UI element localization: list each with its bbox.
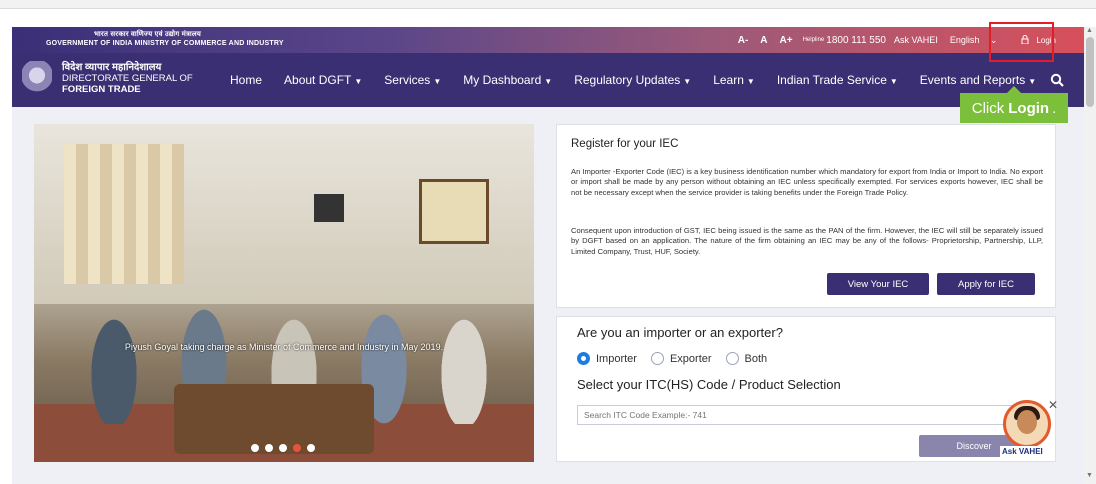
iec-title: Register for your IEC bbox=[571, 138, 679, 150]
radio-exporter[interactable] bbox=[650, 352, 664, 365]
font-decrease-button[interactable]: A- bbox=[738, 35, 749, 46]
scroll-up-arrow-icon[interactable]: ▲ bbox=[1086, 27, 1093, 34]
view-your-iec-button[interactable]: View Your IEC bbox=[827, 273, 929, 295]
nav-item-indian-trade-service[interactable]: Indian Trade Service ▼ bbox=[777, 73, 898, 87]
caret-down-icon: ▼ bbox=[1028, 77, 1037, 86]
helpline-number[interactable]: 1800 111 550 bbox=[826, 35, 886, 46]
font-normal-button[interactable]: A bbox=[760, 35, 767, 46]
nav-item-label: Learn bbox=[713, 73, 744, 87]
tooltip-bold: Login bbox=[1008, 99, 1050, 117]
iec-paragraph-1: An Importer -Exporter Code (IEC) is a ke… bbox=[571, 167, 1043, 197]
nav-item-label: Regulatory Updates bbox=[574, 73, 681, 87]
nav-item-label: Services bbox=[384, 73, 431, 87]
chatbot-label: Ask VAHEI bbox=[1000, 446, 1045, 457]
nav-item-label: About DGFT bbox=[284, 73, 352, 87]
photo-map bbox=[419, 179, 489, 244]
nav-menu: Home About DGFT ▼ Services ▼ My Dashboard ▼… bbox=[230, 53, 1058, 107]
trade-type-radio-group: Importer Exporter Both bbox=[577, 352, 781, 365]
nav-item-services[interactable]: Services ▼ bbox=[384, 73, 441, 87]
language-value: English bbox=[949, 34, 980, 45]
org-name-hindi: विदेश व्यापार महानिदेशालय bbox=[62, 62, 162, 73]
top-bar: भारत सरकार वाणिज्य एवं उद्योग मंत्रालय G… bbox=[12, 27, 1084, 53]
radio-exporter-label[interactable]: Exporter bbox=[670, 353, 712, 365]
carousel-dot[interactable] bbox=[307, 444, 315, 452]
nav-item-label: Events and Reports bbox=[919, 73, 1026, 87]
itc-code-search-input[interactable] bbox=[577, 405, 1021, 425]
itc-hs-select-title: Select your ITC(HS) Code / Product Selec… bbox=[577, 377, 841, 392]
government-header: भारत सरकार वाणिज्य एवं उद्योग मंत्रालय G… bbox=[46, 31, 284, 48]
nav-item-my-dashboard[interactable]: My Dashboard ▼ bbox=[463, 73, 552, 87]
ask-vahei-link[interactable]: Ask VAHEI bbox=[894, 35, 938, 45]
radio-importer-label[interactable]: Importer bbox=[596, 353, 637, 365]
government-english-text: GOVERNMENT OF INDIA MINISTRY OF COMMERCE… bbox=[46, 39, 284, 47]
nav-item-home[interactable]: Home bbox=[230, 73, 262, 87]
login-highlight-box bbox=[989, 22, 1054, 62]
caret-down-icon: ▼ bbox=[746, 77, 755, 86]
apply-for-iec-button[interactable]: Apply for IEC bbox=[937, 273, 1035, 295]
org-name-line1: DIRECTORATE GENERAL OF bbox=[62, 73, 193, 84]
nav-item-events-and-reports[interactable]: Events and Reports ▼ bbox=[920, 73, 1036, 87]
carousel-image[interactable]: Piyush Goyal taking charge as Minister o… bbox=[34, 124, 534, 462]
government-hindi-text: भारत सरकार वाणिज्य एवं उद्योग मंत्रालय bbox=[94, 31, 202, 38]
helpline-label: Helpline bbox=[802, 37, 825, 43]
font-increase-button[interactable]: A+ bbox=[780, 35, 793, 46]
nav-item-learn[interactable]: Learn ▼ bbox=[713, 73, 755, 87]
trade-selection-card: Are you an importer or an exporter? Impo… bbox=[556, 316, 1056, 462]
nav-item-label: My Dashboard bbox=[463, 73, 542, 87]
radio-both-label[interactable]: Both bbox=[745, 353, 768, 365]
org-name[interactable]: विदेश व्यापार महानिदेशालय DIRECTORATE GE… bbox=[62, 62, 193, 95]
nav-item-about-dgft[interactable]: About DGFT ▼ bbox=[284, 73, 362, 87]
importer-exporter-question: Are you an importer or an exporter? bbox=[577, 325, 783, 340]
scrollbar-thumb[interactable] bbox=[1086, 37, 1094, 107]
carousel-dot[interactable] bbox=[251, 444, 259, 452]
photo-screen bbox=[314, 194, 344, 222]
avatar-face bbox=[1017, 410, 1037, 434]
carousel-indicators bbox=[251, 444, 315, 452]
carousel-dot-active[interactable] bbox=[293, 444, 301, 452]
search-icon[interactable] bbox=[1050, 73, 1064, 87]
photo-curtain bbox=[64, 144, 184, 284]
caret-down-icon: ▼ bbox=[544, 77, 553, 86]
close-icon[interactable]: ✕ bbox=[1048, 398, 1058, 412]
carousel-dot[interactable] bbox=[265, 444, 273, 452]
main-navbar: विदेश व्यापार महानिदेशालय DIRECTORATE GE… bbox=[12, 53, 1084, 107]
click-login-tooltip: Click Login . bbox=[960, 86, 1068, 123]
tooltip-suffix: . bbox=[1052, 99, 1057, 117]
caret-down-icon: ▼ bbox=[354, 77, 363, 86]
tooltip-prefix: Click bbox=[971, 99, 1005, 117]
page-scrollbar[interactable]: ▲ ▼ bbox=[1084, 27, 1096, 484]
scroll-down-arrow-icon[interactable]: ▼ bbox=[1086, 472, 1093, 479]
radio-both[interactable] bbox=[725, 352, 739, 365]
org-name-line2: FOREIGN TRADE bbox=[62, 84, 141, 95]
window-top-edge bbox=[0, 0, 1096, 9]
caret-down-icon: ▼ bbox=[889, 77, 898, 86]
carousel-dot[interactable] bbox=[279, 444, 287, 452]
nav-item-regulatory-updates[interactable]: Regulatory Updates ▼ bbox=[574, 73, 691, 87]
carousel-caption: Piyush Goyal taking charge as Minister o… bbox=[124, 342, 444, 352]
caret-down-icon: ▼ bbox=[433, 77, 442, 86]
nav-item-label: Indian Trade Service bbox=[776, 73, 887, 87]
national-emblem-logo[interactable] bbox=[22, 61, 52, 97]
radio-importer[interactable] bbox=[577, 352, 590, 365]
iec-paragraph-2: Consequent upon introduction of GST, IEC… bbox=[571, 226, 1043, 256]
browser-viewport: भारत सरकार वाणिज्य एवं उद्योग मंत्रालय G… bbox=[0, 0, 1096, 484]
nav-item-label: Home bbox=[230, 73, 263, 87]
caret-down-icon: ▼ bbox=[683, 77, 692, 86]
iec-card: Register for your IEC An Importer -Expor… bbox=[556, 124, 1056, 308]
